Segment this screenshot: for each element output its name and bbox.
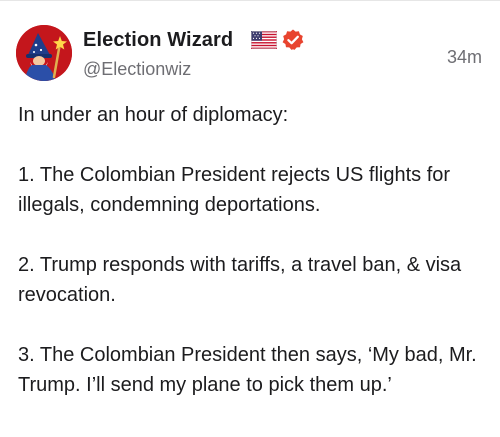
author-handle[interactable]: @Electionwiz: [83, 58, 191, 80]
author-display-name[interactable]: Election Wizard: [83, 28, 233, 52]
wizard-avatar-icon: [16, 25, 72, 81]
post-body: In under an hour of diplomacy: 1. The Co…: [18, 100, 488, 400]
avatar[interactable]: [16, 25, 72, 81]
post-paragraph: 1. The Colombian President rejects US fl…: [18, 164, 451, 216]
post-paragraph: 3. The Colombian President then says, ‘M…: [18, 344, 477, 396]
post-paragraph: In under an hour of diplomacy:: [18, 104, 289, 126]
post-paragraph: 2. Trump responds with tariffs, a travel…: [18, 254, 462, 306]
us-flag-icon: [251, 31, 277, 49]
verified-badge-icon: [282, 29, 304, 50]
post-timestamp[interactable]: 34m: [447, 46, 482, 68]
post-header: Election Wizard @Electionwiz 34m: [0, 0, 500, 96]
